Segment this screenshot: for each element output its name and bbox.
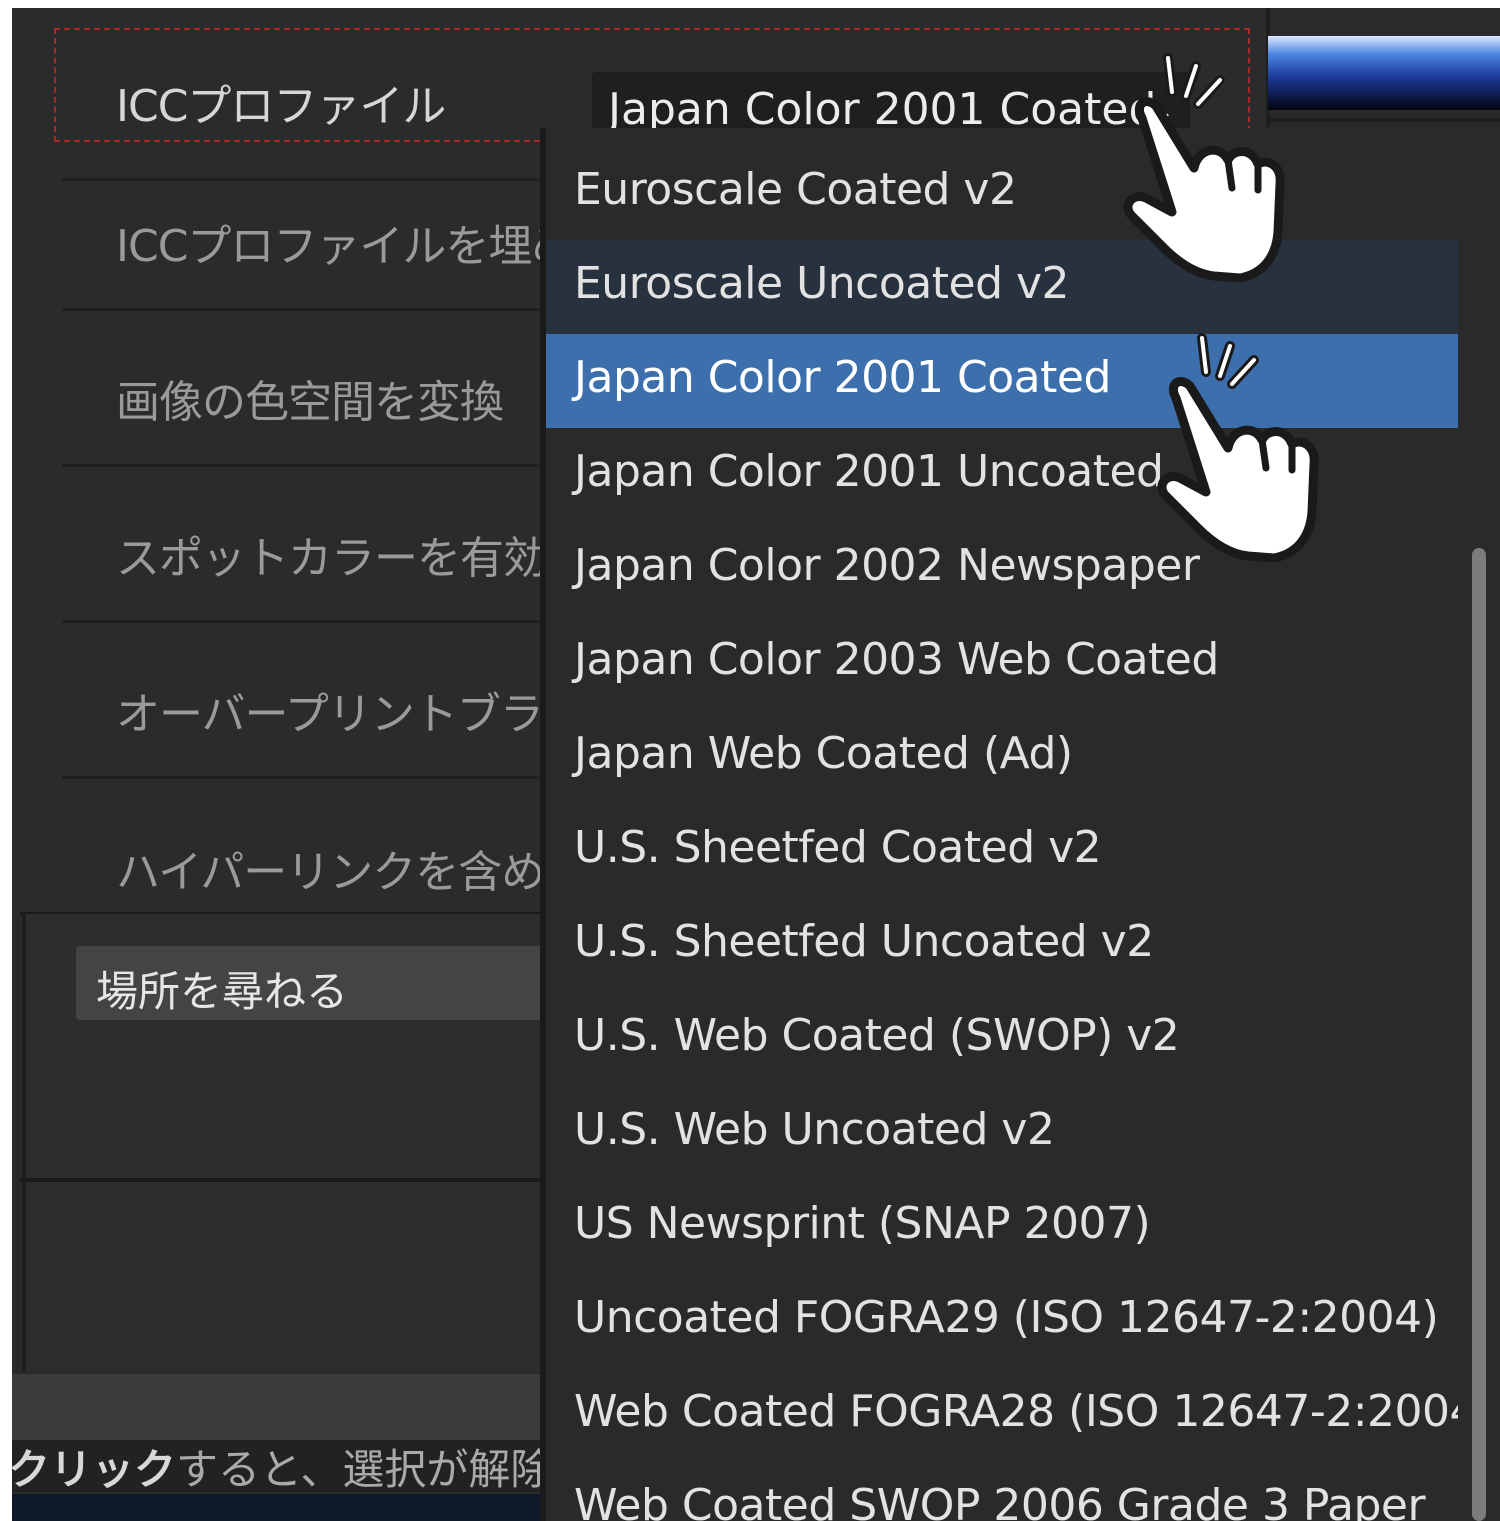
pointing-hand-icon <box>1123 53 1285 283</box>
option-euroscale-uncoated-v2[interactable]: Euroscale Uncoated v2 <box>546 240 1464 334</box>
pointing-hand-icon <box>1157 333 1319 563</box>
options-scrollbar[interactable] <box>1458 128 1500 1521</box>
hint-text-rest: すると、選択が解除 <box>176 1445 552 1492</box>
option-us-sheetfed-uncoated-v2[interactable]: U.S. Sheetfed Uncoated v2 <box>546 898 1464 992</box>
option-label: Japan Color 2002 Newspaper <box>574 540 1200 591</box>
scrollbar-thumb[interactable] <box>1472 548 1486 1521</box>
option-label: U.S. Web Uncoated v2 <box>574 1104 1055 1155</box>
setting-label-icc-profile: ICCプロファイル <box>116 81 446 132</box>
dialog-frame: ICCプロファイル Japan Color 2001 Coated ⌄ ICCプ… <box>12 8 1500 1521</box>
gradient-preview <box>1268 36 1500 110</box>
option-euroscale-coated-v2[interactable]: Euroscale Coated v2 <box>546 146 1464 240</box>
option-label: U.S. Sheetfed Coated v2 <box>574 822 1102 873</box>
setting-label-convert-color-space: 画像の色空間を変換 <box>116 377 504 428</box>
option-label: Web Coated SWOP 2006 Grade 3 Paper <box>574 1480 1426 1521</box>
option-label: U.S. Web Coated (SWOP) v2 <box>574 1010 1180 1061</box>
option-label: US Newsprint (SNAP 2007) <box>574 1198 1151 1249</box>
ask-location-label: 場所を尋ねる <box>96 967 349 1016</box>
option-us-sheetfed-coated-v2[interactable]: U.S. Sheetfed Coated v2 <box>546 804 1464 898</box>
option-japan-web-coated-ad[interactable]: Japan Web Coated (Ad) <box>546 710 1464 804</box>
option-label: Uncoated FOGRA29 (ISO 12647-2:2004) <box>574 1292 1439 1343</box>
gradient-separator <box>1268 118 1500 122</box>
option-us-web-uncoated-v2[interactable]: U.S. Web Uncoated v2 <box>546 1086 1464 1180</box>
option-japan-color-2003-web-coated[interactable]: Japan Color 2003 Web Coated <box>546 616 1464 710</box>
option-web-coated-swop-2006-grade-3[interactable]: Web Coated SWOP 2006 Grade 3 Paper <box>546 1462 1464 1521</box>
option-web-coated-fogra28[interactable]: Web Coated FOGRA28 (ISO 12647-2:2004) <box>546 1368 1464 1462</box>
setting-label-spot-color: スポットカラーを有効化 <box>116 533 590 584</box>
hint-strip: クリックすると、選択が解除 <box>12 1440 552 1492</box>
hint-text: クリックすると、選択が解除 <box>12 1440 552 1492</box>
option-label: Japan Color 2001 Coated <box>574 352 1111 403</box>
option-label: Japan Web Coated (Ad) <box>574 728 1073 779</box>
status-bar <box>12 1374 552 1440</box>
option-label: Japan Color 2003 Web Coated <box>574 634 1219 685</box>
option-label: Euroscale Coated v2 <box>574 164 1017 215</box>
hint-text-bold: クリック <box>12 1445 177 1492</box>
bottom-accent-bar <box>12 1494 552 1521</box>
setting-label-hyperlinks: ハイパーリンクを含める <box>116 847 588 898</box>
option-label: Japan Color 2001 Uncoated <box>574 446 1164 497</box>
option-label: U.S. Sheetfed Uncoated v2 <box>574 916 1154 967</box>
option-us-web-coated-swop-v2[interactable]: U.S. Web Coated (SWOP) v2 <box>546 992 1464 1086</box>
option-label: Web Coated FOGRA28 (ISO 12647-2:2004) <box>574 1386 1464 1437</box>
option-us-newsprint-snap-2007[interactable]: US Newsprint (SNAP 2007) <box>546 1180 1464 1274</box>
option-label: Euroscale Uncoated v2 <box>574 258 1070 309</box>
ask-location-button[interactable]: 場所を尋ねる <box>76 946 556 1020</box>
option-uncoated-fogra29[interactable]: Uncoated FOGRA29 (ISO 12647-2:2004) <box>546 1274 1464 1368</box>
